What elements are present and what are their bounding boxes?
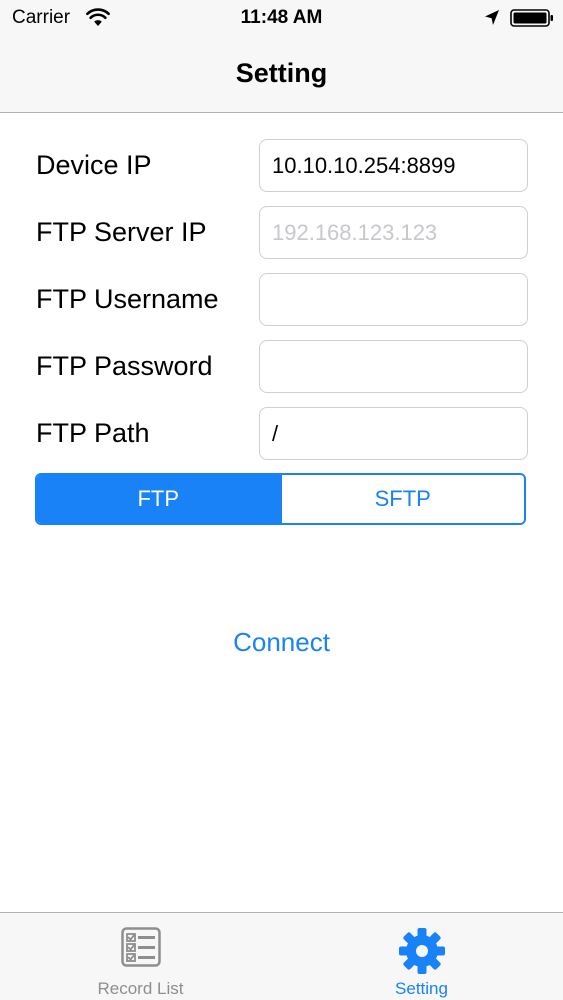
ftp-path-label: FTP Path: [36, 418, 150, 448]
ftp-path-row: FTP Path: [0, 407, 563, 461]
ftp-username-input[interactable]: [259, 273, 528, 326]
status-bar: Carrier 11:48 AM: [0, 0, 563, 36]
page-title: Setting: [235, 58, 328, 88]
ftp-path-input[interactable]: [259, 407, 528, 460]
connect-button[interactable]: Connect: [0, 627, 563, 658]
ftp-password-label: FTP Password: [36, 351, 213, 381]
ftp-server-ip-label: FTP Server IP: [36, 217, 207, 247]
ftp-password-input[interactable]: [259, 340, 528, 393]
ftp-password-row: FTP Password: [0, 340, 563, 394]
device-ip-input[interactable]: [259, 139, 528, 192]
device-ip-row: Device IP: [0, 139, 563, 193]
location-arrow-icon: [484, 9, 500, 32]
checklist-icon: [121, 927, 161, 972]
tab-record-list-label: Record List: [97, 979, 184, 998]
tab-setting[interactable]: Setting: [281, 913, 562, 1000]
tab-setting-label: Setting: [395, 979, 448, 998]
status-time: 11:48 AM: [240, 7, 323, 28]
ftp-server-ip-input[interactable]: [259, 206, 528, 259]
segment-sftp[interactable]: SFTP: [279, 475, 524, 523]
tab-record-list[interactable]: Record List: [0, 913, 281, 1000]
ftp-server-ip-row: FTP Server IP: [0, 206, 563, 260]
ftp-username-row: FTP Username: [0, 273, 563, 327]
ftp-username-label: FTP Username: [36, 284, 219, 314]
navigation-bar: Setting: [0, 36, 563, 113]
tab-bar: Record List Setting: [0, 912, 563, 1000]
device-ip-label: Device IP: [36, 150, 152, 180]
gear-icon: [398, 927, 446, 980]
battery-icon: [510, 9, 554, 32]
segment-ftp[interactable]: FTP: [37, 475, 280, 523]
protocol-segmented-control: FTP SFTP: [35, 473, 526, 525]
